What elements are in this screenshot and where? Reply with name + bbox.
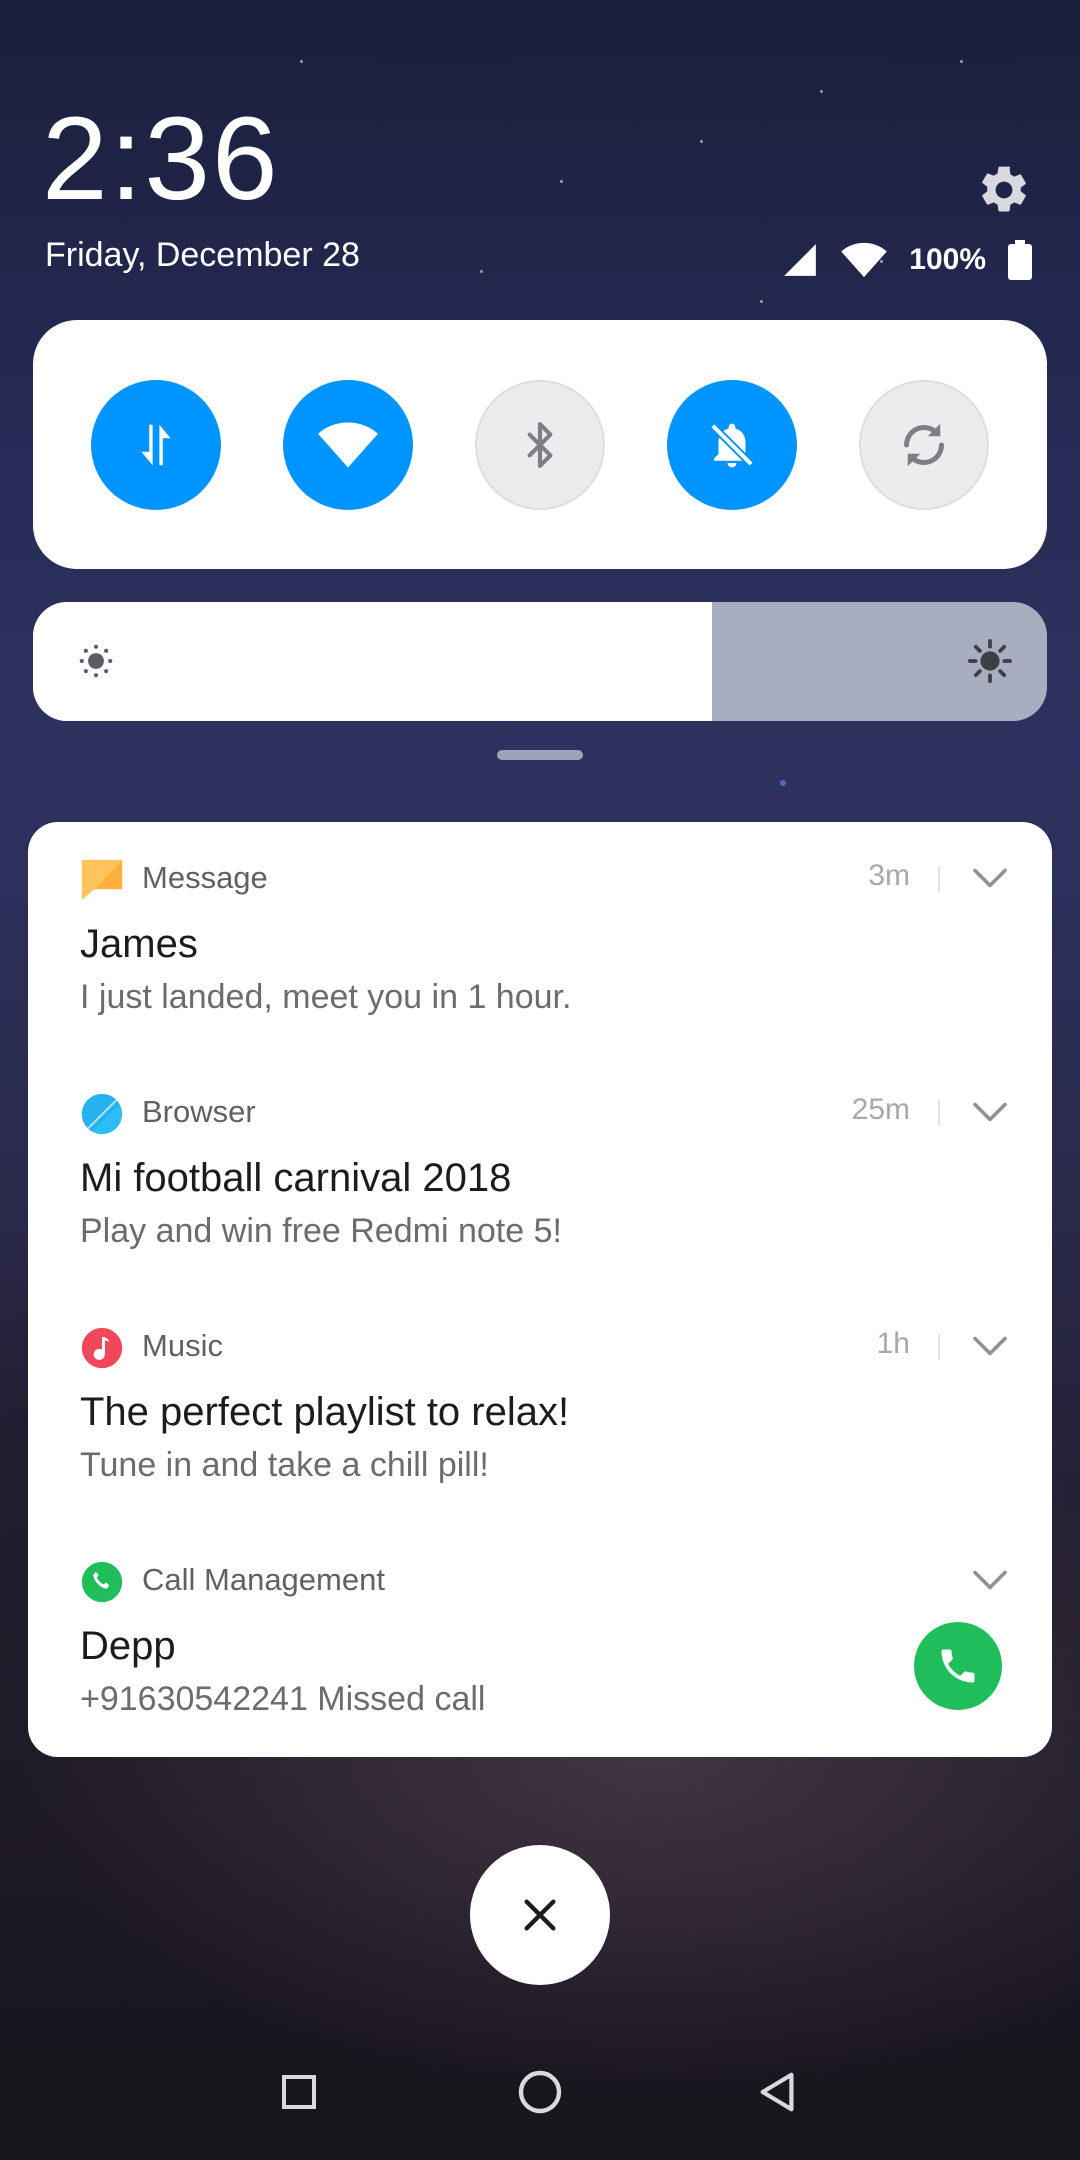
notification-title: Depp [80, 1624, 176, 1668]
navigation-bar [0, 2040, 1080, 2160]
browser-icon [81, 1093, 123, 1135]
bluetooth-icon [527, 422, 553, 468]
recents-icon [282, 2075, 316, 2109]
battery-full-icon [1008, 240, 1032, 280]
notification-time: 25m [851, 1093, 910, 1126]
sun-high-icon [967, 638, 1013, 684]
phone-icon [941, 1649, 975, 1683]
cellular-signal-icon [784, 244, 817, 276]
notification-time: 3m [868, 859, 910, 892]
divider [938, 1100, 940, 1126]
message-icon [81, 859, 123, 901]
notification-title: James [80, 922, 198, 966]
notification-time: 1h [876, 1327, 910, 1360]
chevron-down-icon[interactable] [972, 1100, 1008, 1124]
toggle-bluetooth[interactable] [475, 380, 605, 510]
chevron-down-icon[interactable] [972, 866, 1008, 890]
notification-call[interactable]: Call Management Depp +91630542241 Missed… [28, 1524, 1052, 1758]
back-icon [760, 2072, 794, 2112]
brightness-slider[interactable] [33, 602, 1047, 721]
music-icon [81, 1327, 123, 1369]
divider [938, 866, 940, 892]
toggle-auto-rotate[interactable] [859, 380, 989, 510]
notification-title: Mi football carnival 2018 [80, 1156, 512, 1200]
app-name: Call Management [142, 1562, 385, 1597]
quick-toggles-panel [33, 320, 1047, 569]
status-bar: 100% [781, 238, 1032, 282]
clock[interactable]: 2:36 [42, 100, 280, 218]
toggle-wifi[interactable] [283, 380, 413, 510]
notification-message[interactable]: Message 3m James I just landed, meet you… [28, 822, 1052, 1056]
recents-button[interactable] [263, 2056, 335, 2128]
app-name: Music [142, 1328, 223, 1363]
toggle-silent[interactable] [667, 380, 797, 510]
chevron-down-icon[interactable] [972, 1334, 1008, 1358]
home-button[interactable] [504, 2056, 576, 2128]
phone-icon [81, 1561, 123, 1603]
notification-list: Message 3m James I just landed, meet you… [28, 822, 1052, 1757]
notification-body: Play and win free Redmi note 5! [80, 1212, 562, 1250]
divider [938, 1334, 940, 1360]
sun-low-icon [79, 644, 113, 678]
back-button[interactable] [742, 2056, 814, 2128]
notification-browser[interactable]: Browser 25m Mi football carnival 2018 Pl… [28, 1056, 1052, 1290]
bell-off-icon [710, 423, 754, 468]
chevron-down-icon[interactable] [972, 1568, 1008, 1592]
notification-body: Tune in and take a chill pill! [80, 1446, 489, 1484]
clear-notifications-button[interactable] [470, 1845, 610, 1985]
home-icon [518, 2070, 562, 2114]
call-back-button[interactable] [914, 1622, 1002, 1710]
notification-body: I just landed, meet you in 1 hour. [80, 978, 572, 1016]
brightness-level [33, 602, 713, 721]
wifi-icon [841, 242, 888, 278]
mobile-data-arrows-icon [141, 424, 171, 466]
app-name: Message [142, 860, 268, 895]
notification-title: The perfect playlist to relax! [80, 1390, 570, 1434]
notification-body: +91630542241 Missed call [80, 1680, 486, 1718]
rotate-icon [904, 423, 944, 467]
panel-drag-handle[interactable] [497, 750, 583, 760]
toggle-mobile-data[interactable] [91, 380, 221, 510]
notification-music[interactable]: Music 1h The perfect playlist to relax! … [28, 1290, 1052, 1524]
app-name: Browser [142, 1094, 256, 1129]
gear-icon[interactable] [976, 162, 1032, 218]
battery-percent: 100% [909, 243, 986, 276]
wifi-icon [318, 422, 378, 468]
date[interactable]: Friday, December 28 [45, 236, 360, 275]
close-icon [524, 1899, 556, 1931]
